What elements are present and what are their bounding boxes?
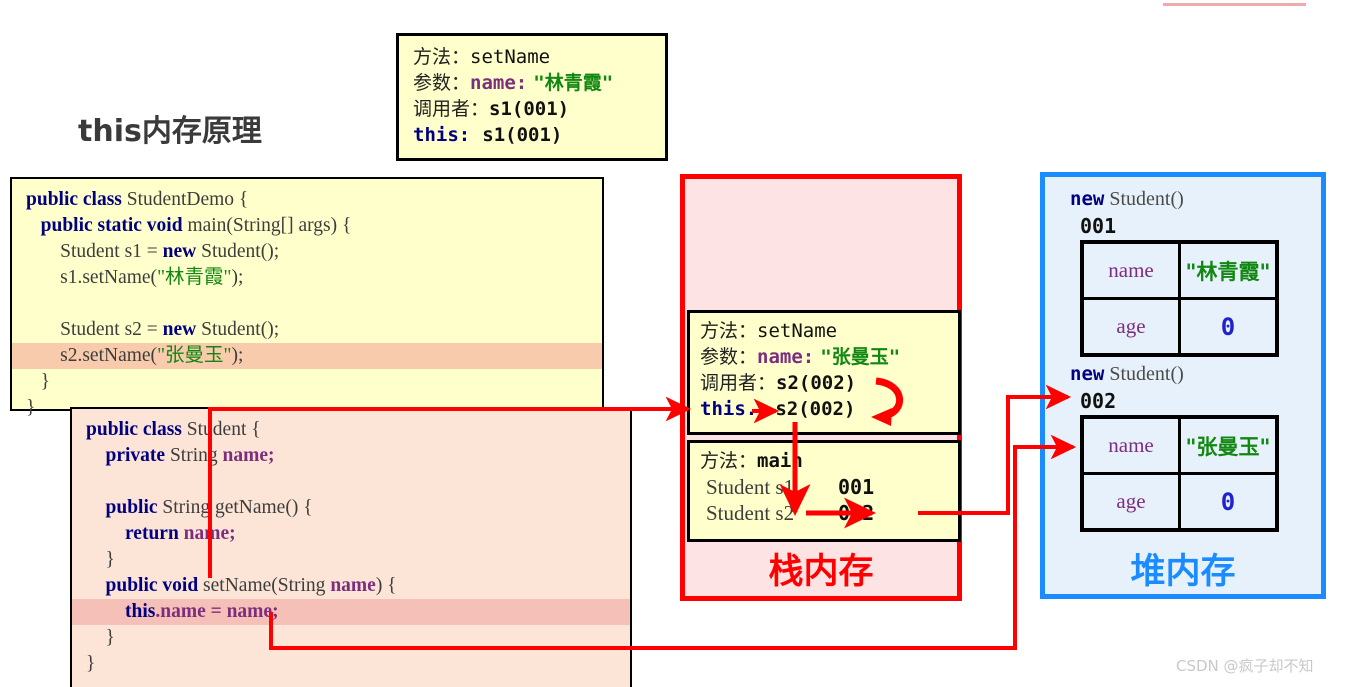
heap-object-table: name "林青霞" age 0	[1080, 240, 1279, 357]
frame-label-param: 参数：	[700, 346, 758, 368]
note-row-caller: 调用者：s1(001)	[413, 96, 665, 122]
note-box-setname-s1: 方法：setName 参数：name: "林青霞" 调用者：s1(001) th…	[396, 33, 668, 161]
heap-object-table: name "张曼玉" age 0	[1080, 415, 1279, 532]
note-label-this: this:	[413, 124, 471, 146]
heap-new-keyword: new	[1070, 363, 1105, 385]
watermark: CSDN @疯子却不知	[1176, 657, 1314, 675]
frame-var-addr: 001	[838, 475, 875, 499]
heap-object-header: new Student()	[1070, 188, 1184, 211]
heap-object-address: 001	[1080, 214, 1117, 238]
frame-row-caller: 调用者：s2(002)	[700, 370, 958, 396]
frame-value-method: main	[757, 450, 803, 472]
heap-field-name: name	[1080, 240, 1181, 300]
heap-new-type: Student()	[1109, 188, 1184, 210]
note-label-param: 参数：	[413, 72, 471, 94]
frame-label-method: 方法：	[700, 450, 758, 472]
code-line: return name;	[125, 523, 236, 544]
heap-field-value: "林青霞"	[1178, 240, 1279, 300]
stack-memory-label: 栈内存	[768, 552, 874, 592]
code-line: public static void main(String[] args) {	[40, 215, 352, 236]
code-block-studentdemo: public class StudentDemo { public static…	[10, 177, 604, 418]
frame-caller-value: s2(002)	[776, 372, 857, 394]
frame-var-row: Student s1 001	[700, 474, 958, 500]
frame-var-decl: Student s1	[706, 475, 795, 499]
code-line: Student s1 = new Student();	[26, 241, 280, 262]
code-line: public class Student {	[86, 419, 261, 440]
code-line: }	[86, 653, 96, 674]
code-block-student: public class Student { private String na…	[70, 407, 632, 687]
heap-field-name: age	[1080, 297, 1181, 357]
heap-field-value: 0	[1178, 472, 1279, 532]
code-line: }	[86, 627, 115, 648]
heap-object-header: new Student()	[1070, 363, 1184, 386]
frame-row-param: 参数：name: "张曼玉"	[700, 344, 958, 370]
note-row-param: 参数：name: "林青霞"	[413, 70, 665, 96]
note-row-method: 方法：setName	[413, 44, 665, 70]
frame-param-name: name:	[757, 346, 815, 368]
code-line: }	[26, 371, 50, 392]
frame-row-method: 方法：setName	[700, 318, 958, 344]
note-row-this: this: s1(001)	[413, 122, 665, 148]
code-line: }	[86, 549, 115, 570]
code-line: Student s2 = new Student();	[26, 319, 280, 340]
frame-param-value: "张曼玉"	[820, 346, 901, 368]
frame-row-this: this. s2(002)	[700, 396, 958, 422]
heap-field-row: age 0	[1080, 297, 1279, 357]
heap-field-row: age 0	[1080, 472, 1279, 532]
heap-object-address: 002	[1080, 389, 1117, 413]
heap-field-value: 0	[1178, 297, 1279, 357]
frame-value-method: setName	[757, 320, 838, 342]
note-value-method: setName	[470, 46, 551, 68]
heap-field-row: name "张曼玉"	[1080, 415, 1279, 475]
code-line: public void setName(String name) {	[105, 575, 397, 596]
heap-field-name: age	[1080, 472, 1181, 532]
note-label-method: 方法：	[413, 46, 471, 68]
frame-var-decl: Student s2	[706, 501, 795, 525]
code-line: s1.setName("林青霞");	[26, 267, 244, 288]
code-line-highlighted: s2.setName("张曼玉");	[12, 343, 602, 369]
frame-label-this: this.	[700, 398, 758, 420]
frame-var-addr: 002	[838, 501, 875, 525]
heap-new-type: Student()	[1109, 363, 1184, 385]
note-param-name: name:	[470, 72, 528, 94]
frame-var-row: Student s2 002	[700, 500, 958, 526]
heap-field-value: "张曼玉"	[1178, 415, 1279, 475]
code-line: private String name;	[105, 445, 275, 466]
frame-label-method: 方法：	[700, 320, 758, 342]
page-title: this内存原理	[78, 114, 262, 149]
frame-this-value: s2(002)	[775, 398, 856, 420]
note-param-value: "林青霞"	[533, 72, 614, 94]
heap-memory-label: 堆内存	[1130, 552, 1236, 592]
stack-frame-setname: 方法：setName 参数：name: "张曼玉" 调用者：s2(002) th…	[687, 310, 961, 435]
note-this-value: s1(001)	[482, 124, 563, 146]
heap-field-name: name	[1080, 415, 1181, 475]
top-accent-rule	[1163, 3, 1306, 6]
note-caller-value: s1(001)	[489, 98, 570, 120]
code-line: public class StudentDemo {	[26, 189, 249, 210]
heap-new-keyword: new	[1070, 188, 1105, 210]
code-line: public String getName() {	[105, 497, 313, 518]
note-label-caller: 调用者：	[413, 98, 490, 120]
code-line-highlighted: this.name = name;	[72, 599, 630, 625]
frame-label-caller: 调用者：	[700, 372, 777, 394]
heap-field-row: name "林青霞"	[1080, 240, 1279, 300]
frame-row-method: 方法：main	[700, 448, 958, 474]
stack-frame-main: 方法：main Student s1 001 Student s2 002	[687, 440, 961, 542]
